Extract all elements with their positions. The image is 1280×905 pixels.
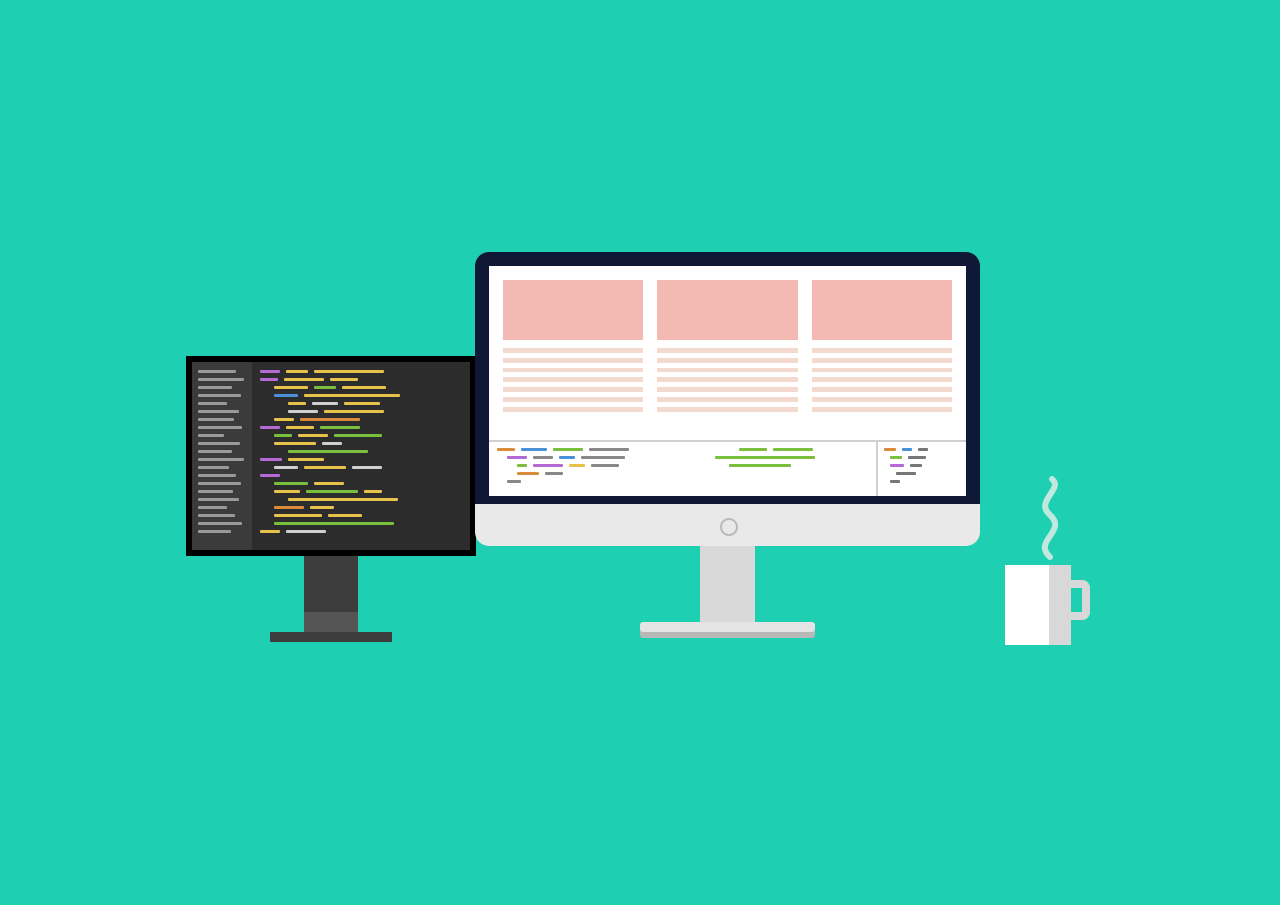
code-monitor-base xyxy=(270,632,392,642)
steam-icon xyxy=(1020,475,1080,565)
devtools-panel xyxy=(489,440,966,496)
camera-icon xyxy=(720,518,738,536)
design-monitor-base xyxy=(640,622,815,632)
layout-card-row xyxy=(489,266,966,340)
workspace-illustration xyxy=(0,0,1280,905)
design-monitor-stand xyxy=(700,546,755,628)
layout-text-row xyxy=(489,340,966,412)
devtools-side xyxy=(876,442,966,496)
layout-card xyxy=(812,280,952,340)
code-monitor-stand-lower xyxy=(304,612,358,632)
design-monitor-screen xyxy=(489,266,966,496)
mug-handle xyxy=(1068,580,1090,620)
layout-text-col xyxy=(657,348,797,412)
layout-text-col xyxy=(503,348,643,412)
mug-shade xyxy=(1049,565,1071,645)
code-file-sidebar xyxy=(192,362,252,550)
code-monitor-screen xyxy=(192,362,470,550)
devtools-main xyxy=(489,442,876,496)
layout-text-col xyxy=(812,348,952,412)
layout-card xyxy=(657,280,797,340)
code-editor-body xyxy=(252,362,470,550)
layout-card xyxy=(503,280,643,340)
